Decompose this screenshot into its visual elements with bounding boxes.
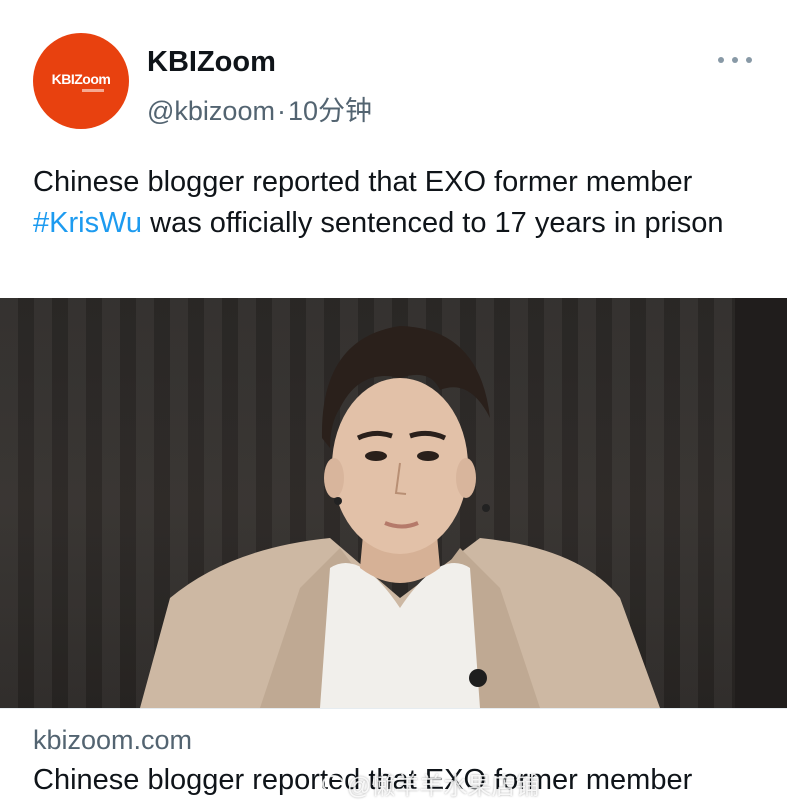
avatar-logo: KBIZoom (51, 70, 111, 87)
link-card-domain[interactable]: kbizoom.com (33, 725, 192, 756)
timestamp[interactable]: 10分钟 (288, 96, 372, 126)
meta-separator: · (276, 96, 286, 126)
person-photo (140, 298, 787, 708)
tweet-text-part2: was officially sentenced to 17 years in … (142, 207, 724, 239)
watermark: @懒羊羊水果店铺 (322, 766, 539, 801)
avatar[interactable]: KBIZoom (33, 33, 129, 129)
more-dot (732, 57, 738, 63)
handle[interactable]: @kbizoom (147, 96, 275, 126)
tweet-text: Chinese blogger reported that EXO former… (33, 162, 763, 244)
tweet-media-image[interactable] (0, 298, 787, 708)
more-dot (718, 57, 724, 63)
watermark-text: @懒羊羊水果店铺 (347, 773, 540, 800)
more-dot (746, 57, 752, 63)
tweet-text-part1: Chinese blogger reported that EXO former… (33, 166, 693, 198)
avatar-logo-underline (82, 88, 104, 92)
more-dots-icon[interactable] (718, 54, 752, 66)
tweet: KBIZoom KBIZoom @kbizoom·10分钟 Chinese bl… (0, 0, 787, 801)
weibo-icon (322, 774, 344, 793)
hashtag-link[interactable]: #KrisWu (33, 207, 142, 239)
tweet-meta: @kbizoom·10分钟 (147, 89, 372, 128)
display-name[interactable]: KBIZoom (147, 46, 276, 79)
